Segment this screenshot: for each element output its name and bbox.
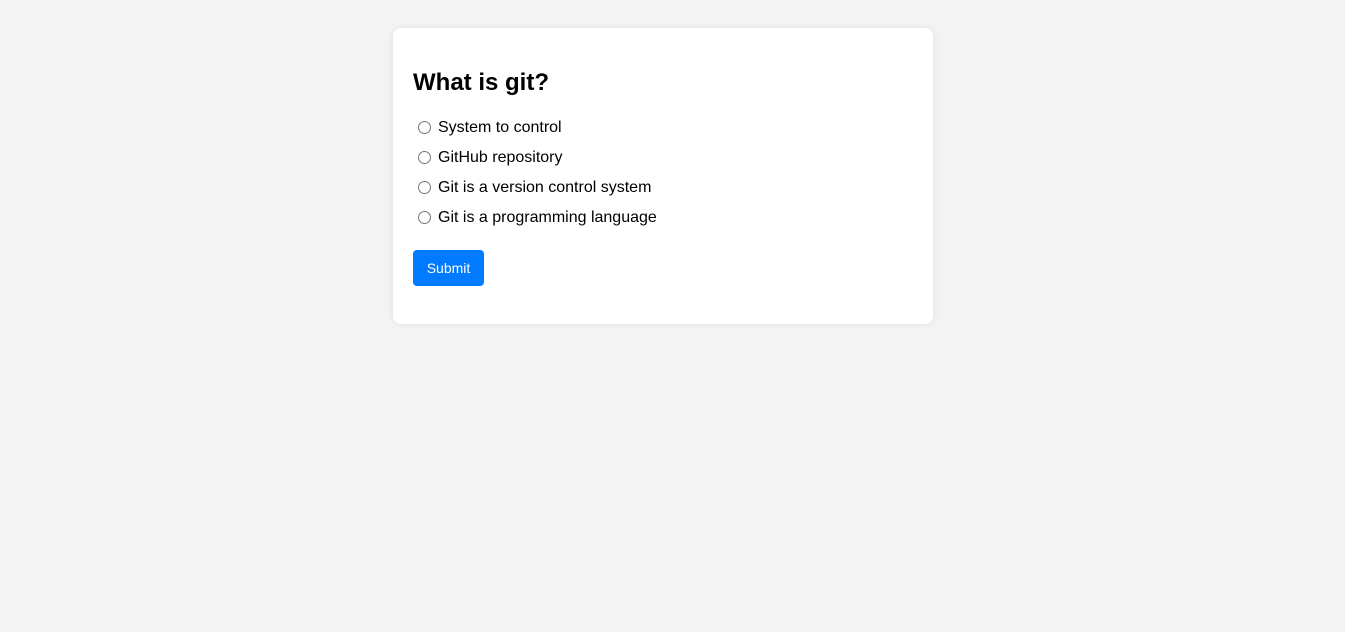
radio-button[interactable] [418, 120, 431, 134]
option-label: Git is a programming language [438, 209, 657, 226]
radio-button[interactable] [418, 150, 431, 164]
submit-button[interactable]: Submit [413, 250, 484, 286]
option-system-to-control[interactable]: System to control [413, 113, 913, 143]
question-title: What is git? [413, 69, 549, 96]
option-programming-language[interactable]: Git is a programming language [413, 203, 913, 233]
option-label: Git is a version control system [438, 179, 652, 196]
option-label: GitHub repository [438, 149, 563, 166]
option-version-control-system[interactable]: Git is a version control system [413, 173, 913, 203]
radio-button[interactable] [418, 180, 431, 194]
option-label: System to control [438, 119, 562, 136]
option-github-repository[interactable]: GitHub repository [413, 143, 913, 173]
page: What is git? System to control GitHub re… [0, 0, 1345, 632]
quiz-card: What is git? System to control GitHub re… [393, 28, 933, 324]
radio-button[interactable] [418, 210, 431, 224]
